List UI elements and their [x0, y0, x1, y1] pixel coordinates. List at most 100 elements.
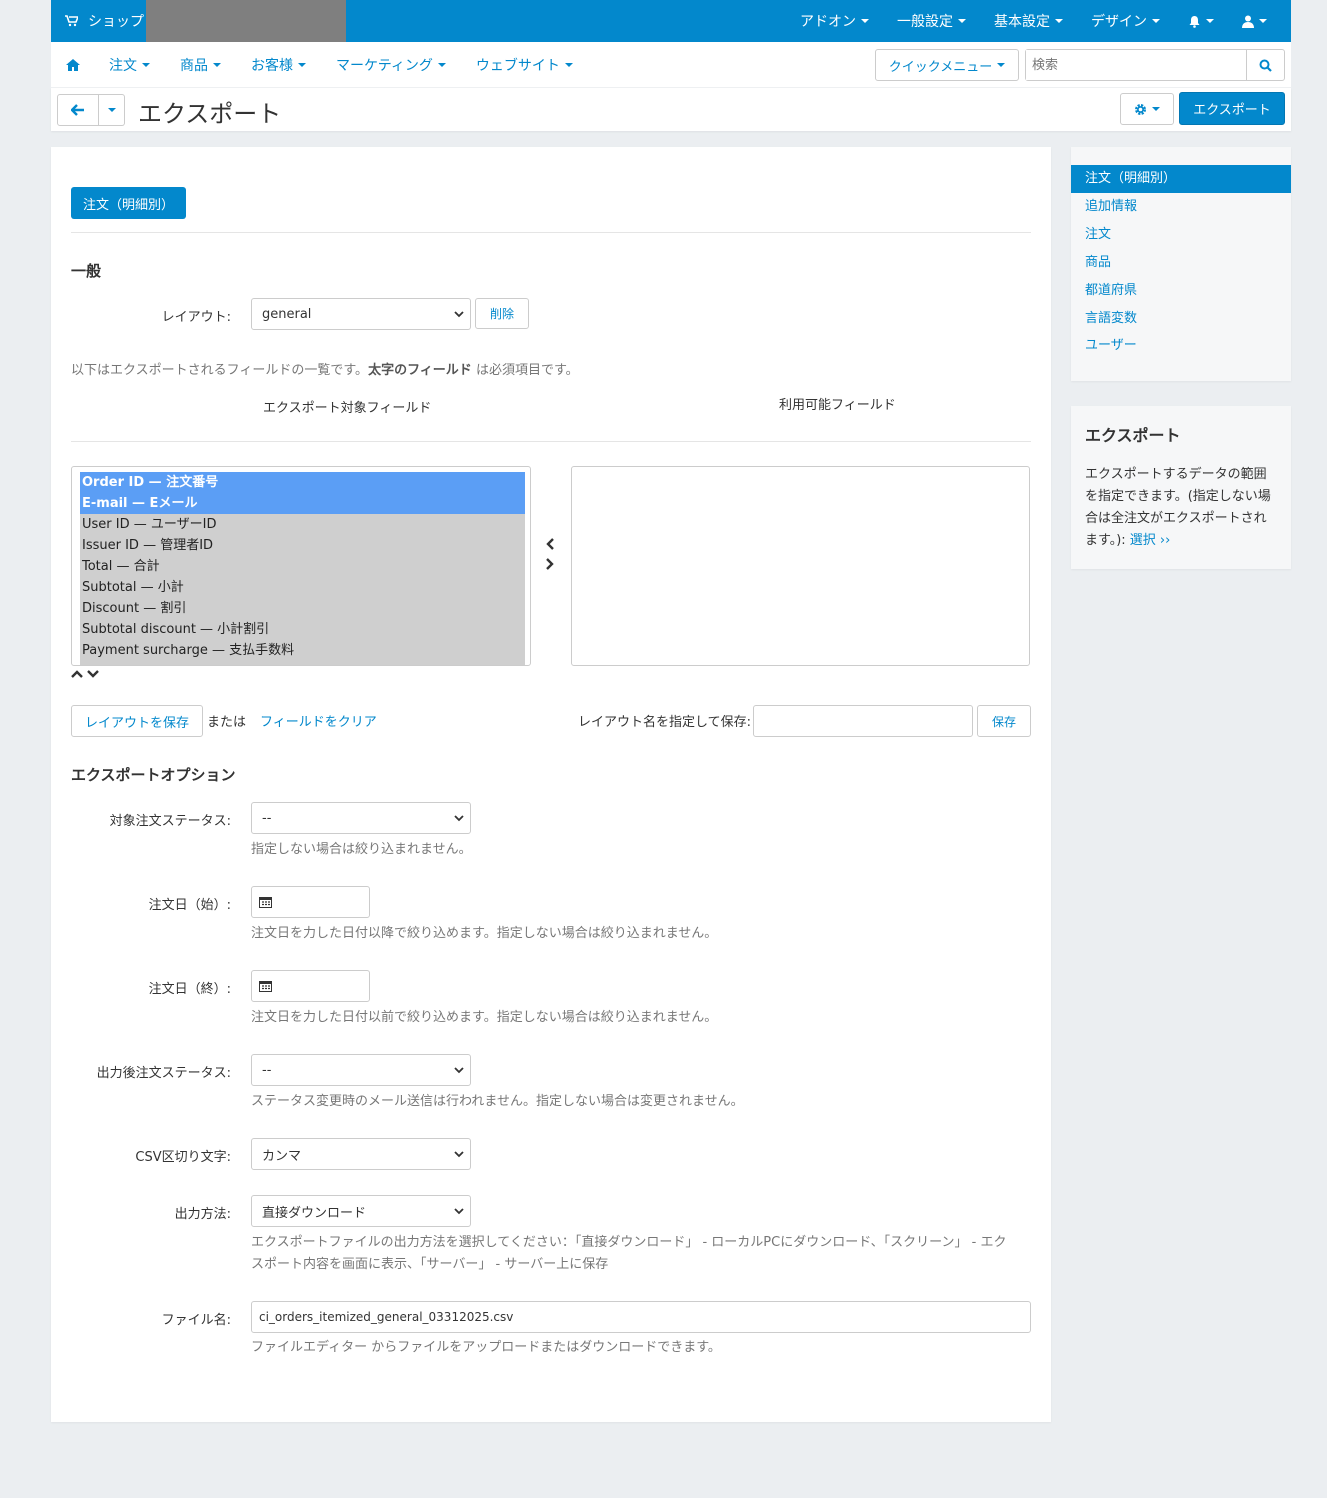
after-status-select[interactable]: -- — [251, 1054, 471, 1086]
cart-icon — [65, 15, 78, 27]
output-method-select[interactable]: 直接ダウンロード — [251, 1195, 471, 1227]
status-select[interactable]: -- — [251, 802, 471, 834]
nav-marketing[interactable]: マーケティング — [321, 42, 461, 88]
export-field-option[interactable]: Issuer ID — 管理者ID — [80, 535, 525, 556]
export-button[interactable]: エクスポート — [1179, 92, 1285, 125]
status-select-value: -- — [262, 810, 272, 826]
general-heading: 一般 — [71, 262, 102, 280]
notifications-menu[interactable] — [1174, 0, 1228, 42]
caret-down-icon — [1206, 19, 1214, 23]
chevron-down-icon — [454, 1067, 464, 1074]
fields-note-bold: 太字のフィールド — [368, 363, 472, 378]
layout-name-input[interactable] — [753, 705, 973, 737]
back-button-group — [57, 94, 125, 126]
history-dropdown-button[interactable] — [99, 94, 125, 126]
date-from-input[interactable] — [251, 886, 370, 918]
search-box — [1025, 49, 1285, 81]
export-field-option[interactable]: Discount — 割引 — [80, 598, 525, 619]
nav-products[interactable]: 商品 — [165, 42, 236, 88]
top-menu-design-label: デザイン — [1091, 14, 1147, 30]
chevron-left-icon[interactable] — [544, 537, 556, 551]
chevron-down-icon[interactable] — [87, 669, 99, 679]
save-button[interactable]: 保存 — [977, 705, 1031, 737]
after-status-label: 出力後注文ステータス: — [96, 1066, 231, 1081]
search-input[interactable] — [1026, 50, 1246, 80]
tab-orders-itemized[interactable]: 注文（明細別） — [71, 187, 186, 219]
or-text: または — [207, 715, 247, 730]
caret-down-icon — [298, 63, 306, 67]
date-to-help: 注文日を力した日付以前で絞り込めます。指定しない場合は絞り込まれません。 — [251, 1010, 718, 1025]
top-menu-design[interactable]: デザイン — [1077, 0, 1174, 42]
nav-orders-label: 注文 — [109, 58, 137, 74]
shop-switcher[interactable]: ショップ — [65, 0, 144, 42]
home-link[interactable] — [51, 42, 94, 88]
export-field-option[interactable]: User ID — ユーザーID — [80, 514, 525, 535]
filename-help: ファイルエディター からファイルをアップロードまたはダウンロードできます。 — [251, 1340, 721, 1355]
select-range-link[interactable]: 選択 ›› — [1130, 533, 1171, 548]
status-label: 対象注文ステータス: — [109, 814, 231, 829]
nav-marketing-label: マーケティング — [336, 58, 433, 74]
top-menu-basic-settings[interactable]: 基本設定 — [980, 0, 1077, 42]
sidebar-item-prefectures[interactable]: 都道府県 — [1071, 277, 1291, 305]
settings-dropdown-button[interactable] — [1120, 93, 1174, 125]
chevron-right-icon[interactable] — [544, 557, 556, 571]
gear-icon — [1135, 103, 1146, 115]
output-method-help-line-2: スポート内容を画面に表示、「サーバー」 - サーバー上に保存 — [251, 1257, 609, 1272]
delete-layout-button[interactable]: 削除 — [475, 298, 529, 329]
user-menu[interactable] — [1228, 0, 1291, 42]
top-menu-addons[interactable]: アドオン — [786, 0, 883, 42]
chevron-up-icon[interactable] — [71, 669, 83, 679]
calendar-icon — [259, 897, 272, 908]
quick-menu-button[interactable]: クイックメニュー — [875, 49, 1019, 81]
after-status-help: ステータス変更時のメール送信は行われません。指定しない場合は変更されません。 — [251, 1094, 744, 1109]
sidebar-item-orders[interactable]: 注文 — [1071, 221, 1291, 249]
status-help: 指定しない場合は絞り込まれません。 — [251, 842, 472, 857]
search-icon — [1259, 59, 1272, 72]
nav-customers[interactable]: お客様 — [236, 42, 321, 88]
sidebar-item-orders-itemized[interactable]: 注文（明細別） — [1071, 165, 1291, 193]
export-options-heading: エクスポートオプション — [71, 766, 236, 784]
export-field-option[interactable]: Total — 合計 — [80, 556, 525, 577]
nav-orders[interactable]: 注文 — [94, 42, 165, 88]
shop-label: ショップ — [88, 14, 144, 30]
export-field-option[interactable]: Order ID — 注文番号 — [80, 472, 525, 493]
date-from-label: 注文日（始）: — [148, 898, 231, 913]
filename-input[interactable]: ci_orders_itemized_general_03312025.csv — [251, 1301, 1031, 1333]
sidebar-info-body: エクスポートするデータの範囲を指定できます。(指定しない場合は全注文がエクスポー… — [1085, 467, 1271, 548]
export-field-option[interactable]: Subtotal — 小計 — [80, 577, 525, 598]
export-fields-list[interactable]: Order ID — 注文番号 E-mail — Eメール User ID — ユー… — [71, 466, 531, 666]
top-menu-general-settings[interactable]: 一般設定 — [883, 0, 980, 42]
title-bar: エクスポート エクスポート — [51, 88, 1291, 131]
search-button[interactable] — [1246, 50, 1284, 80]
export-fields-options: Order ID — 注文番号 E-mail — Eメール User ID — ユー… — [80, 472, 525, 665]
layout-select[interactable]: general — [251, 298, 471, 330]
nav-website[interactable]: ウェブサイト — [461, 42, 588, 88]
caret-down-icon — [997, 63, 1006, 67]
arrow-left-icon — [71, 104, 84, 116]
clear-fields-link[interactable]: フィールドをクリア — [260, 711, 377, 730]
sidebar-item-users[interactable]: ユーザー — [1071, 332, 1291, 360]
fields-note-prefix: 以下はエクスポートされるフィールドの一覧です。 — [71, 363, 369, 378]
output-method-value: 直接ダウンロード — [262, 1205, 367, 1221]
redacted-shop-name — [146, 0, 346, 42]
user-icon — [1242, 15, 1254, 28]
top-menu-addons-label: アドオン — [800, 14, 856, 30]
output-method-help: エクスポートファイルの出力方法を選択してください：「直接ダウンロード」 - ロー… — [251, 1232, 1007, 1276]
date-to-input[interactable] — [251, 970, 370, 1002]
sidebar-item-language-variables[interactable]: 言語変数 — [1071, 305, 1291, 333]
save-layout-button[interactable]: レイアウトを保存 — [71, 705, 203, 737]
export-field-option[interactable]: Payment surcharge — 支払手数料 — [80, 640, 525, 661]
output-method-help-line-1: エクスポートファイルの出力方法を選択してください：「直接ダウンロード」 - ロー… — [251, 1235, 1007, 1250]
caret-down-icon — [1259, 19, 1267, 23]
nav-website-label: ウェブサイト — [475, 58, 560, 74]
back-button[interactable] — [57, 94, 99, 126]
delimiter-select[interactable]: カンマ — [251, 1138, 471, 1170]
export-field-option[interactable]: Subtotal discount — 小計割引 — [80, 619, 525, 640]
layout-select-value: general — [262, 306, 312, 322]
calendar-icon — [259, 981, 272, 992]
sidebar-item-additional-info[interactable]: 追加情報 — [1071, 193, 1291, 221]
sidebar-item-products[interactable]: 商品 — [1071, 249, 1291, 277]
available-fields-list[interactable] — [571, 466, 1030, 666]
caret-down-icon — [142, 63, 150, 67]
export-field-option[interactable]: E-mail — Eメール — [80, 493, 525, 514]
